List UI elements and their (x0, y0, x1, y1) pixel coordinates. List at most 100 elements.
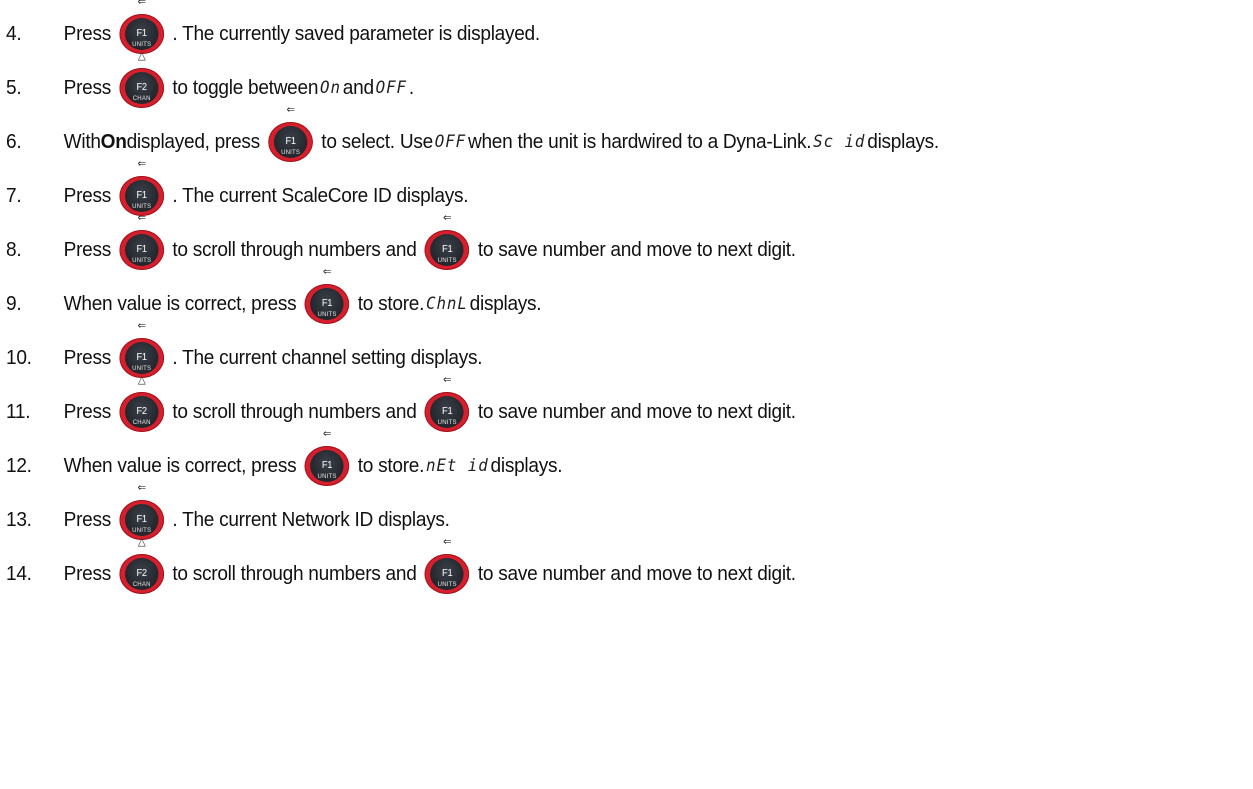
step-number: 5. (6, 76, 22, 99)
f1-key-button[interactable]: ⇐ F1 UNITS (424, 374, 470, 434)
step-text: Press (63, 508, 112, 531)
step-number: 4. (6, 22, 22, 45)
key-face: F1 UNITS (124, 180, 159, 212)
key-sublabel: UNITS (281, 149, 301, 156)
key-sublabel: UNITS (317, 473, 337, 480)
step-number: 11. (6, 400, 31, 423)
step-text: to select. Use (321, 130, 433, 153)
up-triangle-icon: △ (137, 373, 146, 386)
key-label: F2 (136, 568, 148, 579)
f1-key-button[interactable]: ⇐ F1 UNITS (304, 266, 350, 326)
step-text: to scroll through numbers and (172, 562, 417, 585)
display-readout: ChnL (425, 294, 468, 314)
step-text: to save number and move to next digit. (477, 562, 796, 585)
step-text: . The currently saved parameter is displ… (172, 22, 540, 45)
key-sublabel: UNITS (132, 203, 152, 210)
step-number: 8. (6, 238, 22, 261)
step-text: Press (63, 400, 112, 423)
enter-arrow-icon: ⇐ (286, 103, 295, 116)
step-text: With (63, 130, 101, 153)
step-text: to save number and move to next digit. (477, 400, 796, 423)
enter-arrow-icon: ⇐ (137, 481, 147, 494)
key-face: F1 UNITS (124, 18, 159, 50)
step-number: 13. (6, 508, 32, 531)
step-text: to store. (357, 454, 425, 477)
key-sublabel: CHAN (132, 95, 151, 102)
key-label: F2 (136, 82, 148, 93)
key-face: F1 UNITS (273, 126, 308, 158)
key-label: F1 (136, 352, 148, 363)
step-text: to scroll through numbers and (172, 400, 417, 423)
key-sublabel: UNITS (437, 581, 457, 588)
key-label: F1 (442, 406, 453, 417)
key-sublabel: UNITS (132, 257, 152, 264)
step-item: 13. Press ⇐ F1 UNITS . The current Network ID… (6, 482, 450, 546)
step-text: Press (63, 238, 112, 261)
enter-arrow-icon: ⇐ (443, 211, 452, 224)
key-sublabel: UNITS (437, 419, 457, 426)
display-readout: Sc id (813, 132, 866, 152)
key-face: F1 UNITS (124, 504, 159, 536)
enter-arrow-icon: ⇐ (137, 0, 147, 8)
step-item: 12. When value is correct, press ⇐ F1 UNITS t… (6, 428, 563, 492)
step-item: 9. When value is correct, press ⇐ F1 UNITS to… (6, 266, 542, 330)
key-face: F1 UNITS (310, 288, 344, 320)
f1-key-button[interactable]: ⇐ F1 UNITS (304, 428, 350, 488)
display-readout: nEt id (425, 456, 489, 476)
step-text: Press (63, 22, 112, 45)
emphasis-text: On (100, 130, 127, 153)
f1-key-button[interactable]: ⇐ F1 UNITS (119, 212, 165, 272)
key-label: F1 (285, 136, 296, 147)
key-label: F2 (136, 406, 148, 417)
step-number: 10. (6, 346, 32, 369)
display-readout: On (320, 78, 341, 98)
key-label: F1 (321, 298, 333, 309)
key-sublabel: CHAN (132, 581, 151, 588)
enter-arrow-icon: ⇐ (322, 265, 332, 278)
step-text: displays. (867, 130, 939, 153)
step-text: and (342, 76, 374, 99)
enter-arrow-icon: ⇐ (137, 157, 147, 170)
step-number: 7. (6, 184, 22, 207)
key-label: F1 (442, 568, 453, 579)
enter-arrow-icon: ⇐ (322, 427, 332, 440)
f2-key-button[interactable]: △ F2 CHAN (119, 536, 165, 596)
step-text: Press (63, 346, 112, 369)
key-sublabel: UNITS (317, 311, 337, 318)
key-face: F1 UNITS (124, 234, 159, 266)
step-item: 14. Press △ F2 CHAN to scroll through numbers… (6, 536, 796, 600)
key-label: F1 (136, 244, 148, 255)
f1-key-button[interactable]: ⇐ F1 UNITS (424, 212, 470, 272)
step-text: Press (63, 562, 112, 585)
f2-key-button[interactable]: △ F2 CHAN (119, 50, 165, 110)
key-label: F1 (136, 28, 148, 39)
key-face: F1 UNITS (310, 450, 344, 482)
f1-key-button[interactable]: ⇐ F1 UNITS (268, 104, 313, 164)
step-number: 9. (6, 292, 22, 315)
step-text: Press (63, 76, 112, 99)
step-text: to store. (357, 292, 425, 315)
page: { "steps": [ {"num":"4.", "parts":[{"t":… (0, 0, 1253, 789)
step-text: displays. (490, 454, 563, 477)
key-face: F1 UNITS (124, 342, 159, 374)
step-text: to toggle between (172, 76, 319, 99)
f1-key-button[interactable]: ⇐ F1 UNITS (424, 536, 470, 596)
up-triangle-icon: △ (137, 49, 146, 62)
step-text: Press (63, 184, 112, 207)
enter-arrow-icon: ⇐ (137, 211, 147, 224)
step-item: 4. Press ⇐ F1 UNITS . The currently saved par… (6, 0, 540, 60)
key-face: F2 CHAN (124, 558, 159, 590)
key-face: F1 UNITS (430, 558, 464, 590)
step-text: . The current channel setting displays. (172, 346, 483, 369)
key-face: F2 CHAN (124, 396, 159, 428)
step-text: When value is correct, press (63, 454, 297, 477)
step-text: . The current ScaleCore ID displays. (172, 184, 469, 207)
key-label: F1 (136, 514, 148, 525)
step-number: 12. (6, 454, 32, 477)
key-face: F1 UNITS (430, 234, 464, 266)
step-number: 14. (6, 562, 32, 585)
up-triangle-icon: △ (137, 535, 146, 548)
f2-key-button[interactable]: △ F2 CHAN (119, 374, 165, 434)
step-item: 8. Press ⇐ F1 UNITS to scroll through numbers… (6, 212, 796, 276)
step-text: when the unit is hardwired to a Dyna-Lin… (467, 130, 812, 153)
